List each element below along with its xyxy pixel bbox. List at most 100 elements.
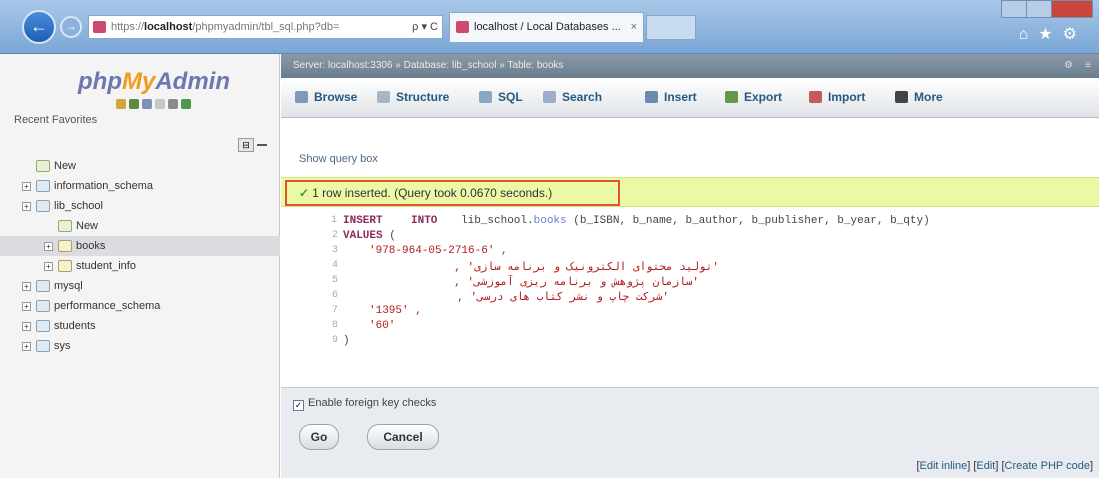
query-action-links: [Edit inline] [Edit] [Create PHP code]: [916, 460, 1093, 472]
edit-inline-link[interactable]: Edit inline: [920, 460, 968, 472]
tab-sql[interactable]: SQL: [479, 90, 523, 104]
favorites-tab[interactable]: Favorites: [52, 114, 97, 126]
tree-item-student-info[interactable]: + student_info: [0, 256, 280, 276]
breadcrumb-text[interactable]: Server: localhost:3306 » Database: lib_s…: [293, 60, 564, 71]
expand-icon[interactable]: +: [22, 202, 31, 211]
sql-icon: [479, 91, 492, 103]
tab-insert[interactable]: Insert: [645, 90, 697, 104]
address-bar[interactable]: https://localhost/phpmyadmin/tbl_sql.php…: [88, 15, 443, 39]
tab-label: Import: [828, 90, 866, 104]
logout-icon: [129, 99, 139, 109]
docs-icon: [142, 99, 152, 109]
minimize-button[interactable]: [1001, 0, 1027, 18]
tab-structure[interactable]: Structure: [377, 90, 449, 104]
go-button[interactable]: Go: [299, 424, 339, 450]
tree-item-sys[interactable]: + sys: [0, 336, 280, 356]
database-icon: [36, 200, 50, 212]
tree-item-mysql[interactable]: + mysql: [0, 276, 280, 296]
gear-icon[interactable]: ⚙: [1064, 54, 1073, 78]
expand-icon[interactable]: +: [22, 302, 31, 311]
expand-icon[interactable]: +: [44, 242, 53, 251]
new-tab-button[interactable]: [646, 15, 696, 40]
tree-item-label[interactable]: books: [76, 236, 105, 256]
tree-item-label[interactable]: New: [54, 156, 76, 176]
create-php-code-link[interactable]: Create PHP code: [1005, 460, 1090, 472]
more-icon: [895, 91, 908, 103]
tree-item-new[interactable]: New: [0, 156, 280, 176]
maximize-button[interactable]: [1026, 0, 1052, 18]
table-icon: [58, 240, 72, 252]
database-icon: [36, 340, 50, 352]
home-icon: [116, 99, 126, 109]
tree-item-label[interactable]: mysql: [54, 276, 83, 296]
query-footer: ✓ Enable foreign key checks Go Cancel [Ed…: [281, 387, 1099, 478]
tree-item-new[interactable]: New: [0, 216, 280, 236]
tree-item-performance-schema[interactable]: + performance_schema: [0, 296, 280, 316]
favicon-icon: [93, 21, 106, 33]
tree-item-label[interactable]: students: [54, 316, 96, 336]
address-host: localhost: [144, 21, 193, 33]
expand-icon[interactable]: +: [22, 322, 31, 331]
database-icon: [36, 320, 50, 332]
tree-item-lib-school[interactable]: + lib_school: [0, 196, 280, 216]
table-icon: [58, 260, 72, 272]
insert-icon: [645, 91, 658, 103]
recent-tab[interactable]: Recent: [14, 114, 49, 126]
tree-item-books[interactable]: + books: [0, 236, 280, 256]
tab-favicon-icon: [456, 21, 469, 33]
new-icon: [36, 160, 50, 172]
expand-icon[interactable]: +: [22, 282, 31, 291]
breadcrumb[interactable]: Server: localhost:3306 » Database: lib_s…: [281, 54, 1099, 78]
back-button[interactable]: ←: [22, 10, 56, 44]
recent-favorites[interactable]: Recent Favorites: [14, 114, 97, 126]
show-query-box-link[interactable]: Show query box: [299, 153, 378, 165]
browse-icon: [295, 91, 308, 103]
tab-label: Structure: [396, 90, 450, 104]
sql-query-display: 1 INSERT INTO lib_school.books (b_ISBN, …: [281, 207, 1099, 387]
tree-item-label[interactable]: New: [76, 216, 98, 236]
success-text: 1 row inserted. (Query took 0.0670 secon…: [312, 186, 553, 200]
tab-label: Insert: [664, 90, 697, 104]
tab-search[interactable]: Search: [543, 90, 602, 104]
sql-docs-icon: [155, 99, 165, 109]
tab-more[interactable]: More: [895, 90, 943, 104]
reload-icon: [181, 99, 191, 109]
edit-link[interactable]: Edit: [976, 460, 995, 472]
tree-item-label[interactable]: information_schema: [54, 176, 153, 196]
nav-toolbar-icons[interactable]: [116, 98, 194, 112]
minimize-panel-icon[interactable]: ≡: [1085, 54, 1091, 78]
expand-icon[interactable]: +: [22, 182, 31, 191]
close-window-button[interactable]: [1051, 0, 1093, 18]
tree-item-label[interactable]: lib_school: [54, 196, 103, 216]
database-icon: [36, 300, 50, 312]
address-prefix: https://: [111, 21, 145, 33]
tree-item-students[interactable]: + students: [0, 316, 280, 336]
address-controls[interactable]: ρ ▾ C: [412, 16, 438, 38]
search-icon: [543, 91, 556, 103]
tree-item-information-schema[interactable]: + information_schema: [0, 176, 280, 196]
cancel-button[interactable]: Cancel: [367, 424, 439, 450]
browser-tab[interactable]: localhost / Local Databases ... ×: [449, 12, 644, 42]
tab-browse[interactable]: Browse: [295, 90, 357, 104]
expand-icon[interactable]: +: [44, 262, 53, 271]
unlink-icon[interactable]: [257, 144, 267, 146]
address-rest: /phpmyadmin/tbl_sql.php?db=: [192, 21, 340, 33]
tree-item-label[interactable]: sys: [54, 336, 71, 356]
tab-export[interactable]: Export: [725, 90, 782, 104]
phpmyadmin-logo[interactable]: phpMyAdmin: [78, 68, 230, 96]
tab-import[interactable]: Import: [809, 90, 865, 104]
collapse-all-button[interactable]: ⊟: [238, 138, 254, 152]
database-icon: [36, 180, 50, 192]
tree-item-label[interactable]: student_info: [76, 256, 136, 276]
forward-button[interactable]: →: [60, 16, 82, 38]
fk-label: Enable foreign key checks: [308, 397, 437, 409]
tab-label: Search: [562, 90, 603, 104]
expand-icon[interactable]: +: [22, 342, 31, 351]
foreign-key-checkbox-row[interactable]: ✓ Enable foreign key checks: [293, 397, 436, 411]
tree-item-label[interactable]: performance_schema: [54, 296, 160, 316]
tab-close-icon[interactable]: ×: [631, 13, 637, 41]
fk-checkbox[interactable]: ✓: [293, 400, 304, 411]
import-icon: [809, 91, 822, 103]
home-star-gear-icons[interactable]: ⌂★⚙: [1019, 24, 1087, 44]
new-icon: [58, 220, 72, 232]
